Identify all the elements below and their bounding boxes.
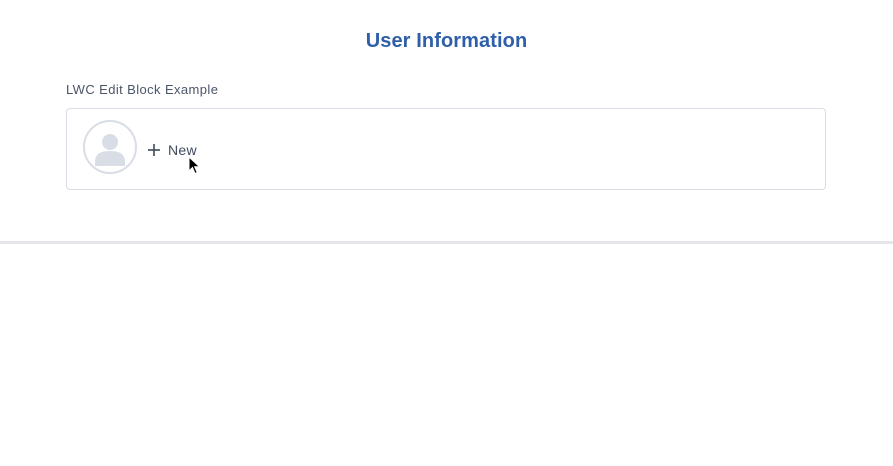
plus-icon — [147, 143, 161, 157]
user-avatar-icon — [83, 120, 137, 174]
page: User Information LWC Edit Block Example … — [0, 0, 893, 466]
section-label: LWC Edit Block Example — [66, 82, 219, 97]
edit-block-card: New — [66, 108, 826, 190]
page-title: User Information — [365, 30, 528, 52]
section-divider — [0, 241, 893, 244]
new-button[interactable]: New — [147, 139, 197, 161]
new-button-label: New — [168, 142, 197, 158]
